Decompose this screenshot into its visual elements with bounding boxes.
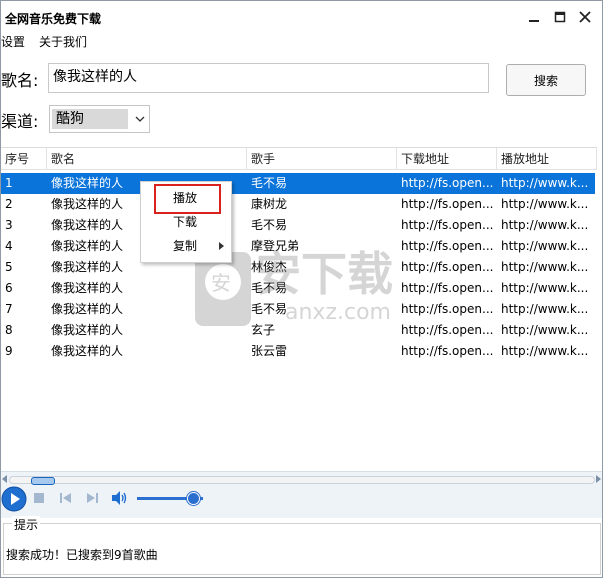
menu-settings[interactable]: 设置 bbox=[1, 33, 25, 50]
next-icon bbox=[87, 493, 98, 503]
menu-about[interactable]: 关于我们 bbox=[39, 33, 87, 50]
status-message: 搜索成功！已搜索到9首歌曲 bbox=[6, 548, 158, 562]
status-group: 提示 搜索成功！已搜索到9首歌曲 bbox=[3, 516, 601, 575]
cell-singer: 毛不易 bbox=[251, 218, 288, 232]
cell-download-url: http://fs.open... bbox=[401, 197, 494, 211]
close-button[interactable] bbox=[575, 7, 595, 27]
col-header-play-url[interactable]: 播放地址 bbox=[497, 148, 597, 170]
col-header-singer[interactable]: 歌手 bbox=[247, 148, 397, 170]
media-player bbox=[1, 471, 602, 518]
minimize-icon bbox=[529, 20, 539, 22]
next-button[interactable] bbox=[85, 492, 99, 504]
volume-button[interactable] bbox=[111, 490, 129, 506]
cell-play-url: http://www.k... bbox=[501, 281, 589, 295]
col-header-song[interactable]: 歌名 bbox=[47, 148, 247, 170]
cell-play-url: http://www.k... bbox=[501, 323, 589, 337]
cell-index: 4 bbox=[5, 239, 13, 253]
window-title: 全网音乐免费下载 bbox=[5, 12, 102, 26]
cell-index: 2 bbox=[5, 197, 13, 211]
cell-index: 6 bbox=[5, 281, 13, 295]
watermark-text: 安下载 bbox=[255, 247, 393, 301]
cell-download-url: http://fs.open... bbox=[401, 239, 494, 253]
cell-download-url: http://fs.open... bbox=[401, 281, 494, 295]
play-icon bbox=[1, 486, 27, 512]
previous-icon bbox=[60, 493, 71, 503]
seek-right-arrow-icon[interactable] bbox=[596, 474, 602, 484]
speaker-icon bbox=[112, 491, 127, 505]
cell-play-url: http://www.k... bbox=[501, 197, 589, 211]
cell-singer: 康树龙 bbox=[251, 197, 288, 211]
song-name-label: 歌名: bbox=[1, 71, 39, 90]
col-header-index[interactable]: 序号 bbox=[1, 148, 47, 170]
chevron-down-icon bbox=[135, 116, 145, 122]
cell-play-url: http://www.k... bbox=[501, 302, 589, 316]
context-menu-copy[interactable]: 复制 bbox=[141, 236, 231, 256]
cell-singer: 张云雷 bbox=[251, 344, 288, 358]
channel-selected-value: 酷狗 bbox=[52, 109, 128, 129]
table-row[interactable]: 1 像我这样的人 毛不易 http://fs.open... http://ww… bbox=[1, 173, 595, 194]
app-window: 全网音乐免费下载 设置 关于我们 歌名: 像我这样的人 搜索 渠道: 酷狗 序号… bbox=[0, 0, 603, 578]
song-name-input[interactable]: 像我这样的人 bbox=[48, 63, 489, 93]
stop-icon bbox=[34, 493, 44, 503]
cell-play-url: http://www.k... bbox=[501, 218, 589, 232]
seek-bar[interactable] bbox=[9, 476, 595, 485]
stop-button[interactable] bbox=[33, 492, 45, 504]
cell-play-url: http://www.k... bbox=[501, 239, 589, 253]
highlight-box bbox=[154, 184, 221, 214]
channel-select[interactable]: 酷狗 bbox=[49, 105, 150, 133]
submenu-arrow-icon bbox=[219, 242, 224, 250]
previous-button[interactable] bbox=[59, 492, 73, 504]
cell-play-url: http://www.k... bbox=[501, 176, 589, 190]
play-button[interactable] bbox=[1, 486, 27, 512]
seek-left-arrow-icon[interactable] bbox=[1, 474, 9, 484]
channel-label: 渠道: bbox=[1, 112, 39, 131]
cell-index: 3 bbox=[5, 218, 13, 232]
context-menu-download[interactable]: 下载 bbox=[141, 212, 231, 232]
maximize-button[interactable] bbox=[550, 7, 570, 27]
cell-index: 1 bbox=[5, 176, 13, 190]
cell-download-url: http://fs.open... bbox=[401, 218, 494, 232]
volume-slider-thumb[interactable] bbox=[187, 492, 201, 505]
minimize-button[interactable] bbox=[524, 7, 544, 27]
status-group-title: 提示 bbox=[12, 516, 41, 533]
cell-song: 像我这样的人 bbox=[51, 344, 124, 358]
cell-download-url: http://fs.open... bbox=[401, 302, 494, 316]
col-header-download-url[interactable]: 下载地址 bbox=[397, 148, 497, 170]
search-button[interactable]: 搜索 bbox=[506, 64, 586, 96]
cell-download-url: http://fs.open... bbox=[401, 323, 494, 337]
svg-text:安: 安 bbox=[211, 271, 231, 295]
maximize-icon bbox=[554, 11, 566, 23]
cell-download-url: http://fs.open... bbox=[401, 344, 494, 358]
title-bar: 全网音乐免费下载 bbox=[1, 1, 602, 33]
cell-index: 5 bbox=[5, 260, 13, 274]
cell-index: 8 bbox=[5, 323, 13, 337]
cell-play-url: http://www.k... bbox=[501, 344, 589, 358]
cell-download-url: http://fs.open... bbox=[401, 260, 494, 274]
cell-singer: 毛不易 bbox=[251, 176, 288, 190]
cell-play-url: http://www.k... bbox=[501, 260, 589, 274]
watermark-sub: anxz.com bbox=[285, 300, 391, 325]
seek-thumb[interactable] bbox=[30, 477, 55, 485]
cell-index: 9 bbox=[5, 344, 13, 358]
cell-download-url: http://fs.open... bbox=[401, 176, 494, 190]
table-row[interactable]: 3 像我这样的人 毛不易 http://fs.open... http://ww… bbox=[1, 215, 595, 236]
table-row[interactable]: 2 像我这样的人 康树龙 http://fs.open... http://ww… bbox=[1, 194, 595, 215]
table-row[interactable]: 9 像我这样的人 张云雷 http://fs.open... http://ww… bbox=[1, 341, 595, 362]
cell-index: 7 bbox=[5, 302, 13, 316]
close-icon bbox=[579, 11, 591, 23]
